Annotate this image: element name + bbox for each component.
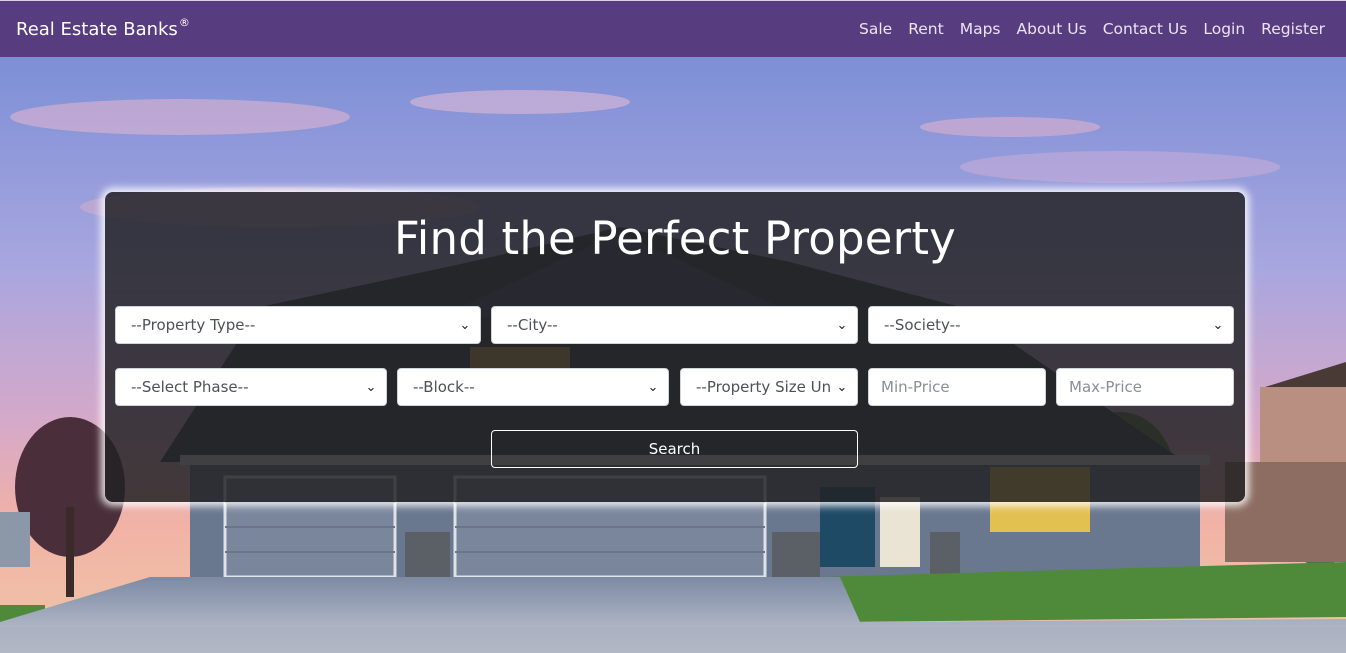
search-button-label: Search <box>648 440 701 458</box>
max-price-input[interactable]: Max-Price <box>1056 368 1234 406</box>
nav-link-contact-us[interactable]: Contact Us <box>1103 20 1188 38</box>
nav-links: Sale Rent Maps About Us Contact Us Login… <box>843 20 1325 38</box>
chevron-down-icon: ⌄ <box>1212 317 1224 333</box>
property-type-value: --Property Type-- <box>131 316 256 334</box>
property-size-unit-value: --Property Size Un <box>696 378 831 396</box>
brand-name: Real Estate Banks <box>16 18 178 40</box>
block-select[interactable]: --Block-- ⌄ <box>397 368 669 406</box>
chevron-down-icon: ⌄ <box>836 379 848 395</box>
max-price-placeholder: Max-Price <box>1069 378 1143 396</box>
min-price-placeholder: Min-Price <box>881 378 950 396</box>
chevron-down-icon: ⌄ <box>836 317 848 333</box>
chevron-down-icon: ⌄ <box>647 379 659 395</box>
society-select[interactable]: --Society-- ⌄ <box>868 306 1234 344</box>
navbar: Real Estate Banks® Sale Rent Maps About … <box>0 0 1346 57</box>
property-size-unit-select[interactable]: --Property Size Un ⌄ <box>680 368 858 406</box>
registered-mark: ® <box>178 15 190 29</box>
nav-link-sale[interactable]: Sale <box>859 20 892 38</box>
brand-logo[interactable]: Real Estate Banks® <box>16 15 190 40</box>
chevron-down-icon: ⌄ <box>365 379 377 395</box>
city-select[interactable]: --City-- ⌄ <box>491 306 858 344</box>
property-type-select[interactable]: --Property Type-- ⌄ <box>115 306 481 344</box>
min-price-input[interactable]: Min-Price <box>868 368 1046 406</box>
nav-link-login[interactable]: Login <box>1203 20 1245 38</box>
search-title: Find the Perfect Property <box>393 212 956 265</box>
nav-link-maps[interactable]: Maps <box>960 20 1001 38</box>
phase-value: --Select Phase-- <box>131 378 249 396</box>
block-value: --Block-- <box>413 378 475 396</box>
chevron-down-icon: ⌄ <box>459 317 471 333</box>
property-search-panel: Find the Perfect Property --Property Typ… <box>105 192 1245 502</box>
nav-link-rent[interactable]: Rent <box>908 20 944 38</box>
phase-select[interactable]: --Select Phase-- ⌄ <box>115 368 387 406</box>
city-value: --City-- <box>507 316 558 334</box>
nav-link-register[interactable]: Register <box>1261 20 1325 38</box>
society-value: --Society-- <box>884 316 961 334</box>
nav-link-about-us[interactable]: About Us <box>1017 20 1087 38</box>
search-button[interactable]: Search <box>491 430 858 468</box>
